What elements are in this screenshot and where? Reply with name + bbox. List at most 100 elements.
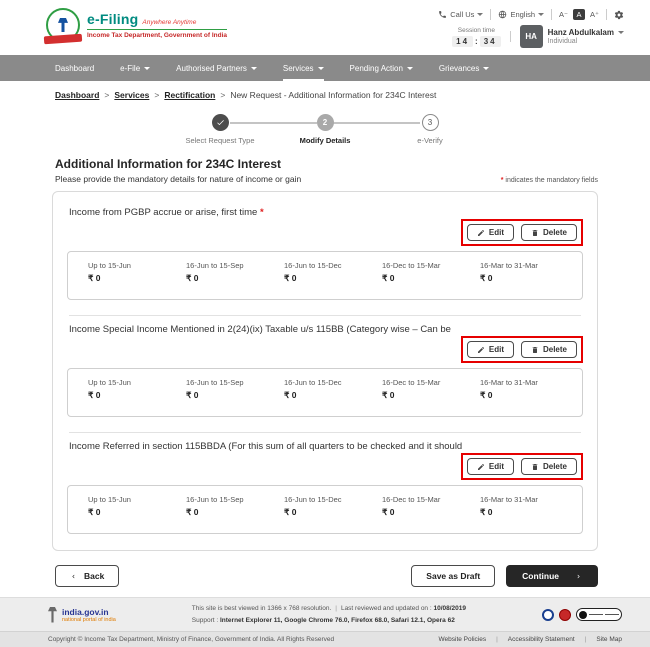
breadcrumb-current: New Request - Additional Information for…: [230, 90, 437, 100]
quarter-label: 16-Jun to 15-Sep: [186, 378, 244, 387]
pencil-icon: [477, 346, 484, 353]
website-policies-link[interactable]: Website Policies: [439, 636, 487, 643]
user-role: Individual: [547, 38, 578, 45]
quarterly-values-box: Up to 15-Jun ₹ 0 16-Jun to 15-Sep ₹ 0 16-J…: [67, 251, 583, 300]
font-size-normal-button[interactable]: A: [573, 9, 586, 20]
nav-dashboard[interactable]: Dashboard: [55, 55, 94, 81]
site-map-link[interactable]: Site Map: [596, 636, 622, 643]
nav-services[interactable]: Services: [282, 55, 324, 81]
pencil-icon: [477, 463, 484, 470]
quarter-label: Up to 15-Jun: [88, 495, 131, 504]
delete-button[interactable]: Delete: [520, 458, 577, 475]
back-button[interactable]: Back: [55, 565, 120, 587]
chevron-left-icon: [72, 574, 75, 578]
section-divider: [69, 315, 581, 316]
chevron-down-icon: [317, 66, 324, 70]
quarter-label: 16-Jun to 15-Sep: [186, 495, 244, 504]
step-modify-details: 2 Modify Details: [280, 114, 370, 145]
quarter-label: 16-Dec to 15-Mar: [382, 495, 441, 504]
user-menu[interactable]: HA Hanz Abdulkalam Individual: [519, 25, 624, 48]
quarter-value: ₹ 0: [480, 507, 493, 517]
app-header: e-Filing Anywhere Anytime Income Tax Dep…: [0, 0, 650, 55]
call-us-label: Call Us: [450, 10, 475, 19]
income-section-115bbda: Income Referred in section 115BBDA (For …: [67, 441, 583, 534]
breadcrumb-rectification[interactable]: Rectification: [164, 90, 215, 100]
font-size-increase-button[interactable]: A⁺: [590, 10, 599, 19]
nav-grievances[interactable]: Grievances: [439, 55, 490, 81]
section-title: Income from PGBP accrue or arise, first …: [69, 207, 264, 218]
phone-icon: [439, 11, 447, 18]
quarter-value: ₹ 0: [186, 273, 199, 283]
quarter-label: 16-Jun to 15-Sep: [186, 261, 244, 270]
call-us-menu[interactable]: Call Us: [438, 10, 484, 19]
quarter-label: Up to 15-Jun: [88, 261, 131, 270]
globe-icon: [499, 10, 507, 19]
quarter-value: ₹ 0: [186, 507, 199, 517]
delete-button[interactable]: Delete: [520, 341, 577, 358]
quarter-value: ₹ 0: [186, 390, 199, 400]
quarterly-values-box: Up to 15-Jun ₹ 0 16-Jun to 15-Sep ₹ 0 16-J…: [67, 485, 583, 534]
quarter-value: ₹ 0: [88, 507, 101, 517]
save-as-draft-button[interactable]: Save as Draft: [411, 565, 496, 587]
quarter-value: ₹ 0: [284, 273, 297, 283]
pencil-icon: [477, 229, 484, 236]
divider: [551, 9, 553, 20]
page-title: Additional Information for 234C Interest: [55, 157, 282, 171]
quarter-value: ₹ 0: [88, 273, 101, 283]
trash-icon: [532, 463, 538, 470]
quarter-value: ₹ 0: [88, 390, 101, 400]
step-select-request-type: Select Request Type: [175, 114, 265, 145]
breadcrumb-services[interactable]: Services: [114, 90, 149, 100]
session-timer: Session time 14 : 34: [452, 27, 501, 47]
india-gov-in-link[interactable]: india.gov.in national portal of india: [48, 606, 116, 623]
step-done-check-icon: [211, 114, 229, 131]
accessibility-statement-link[interactable]: Accessibility Statement: [508, 636, 575, 643]
edit-button[interactable]: Edit: [466, 341, 514, 358]
accessibility-settings-icon[interactable]: [614, 10, 624, 20]
language-menu[interactable]: English: [498, 10, 545, 19]
efiling-logo[interactable]: e-Filing Anywhere Anytime Income Tax Dep…: [43, 8, 228, 45]
quarter-label: 16-Dec to 15-Mar: [382, 261, 441, 270]
quarter-label: 16-Dec to 15-Mar: [382, 378, 441, 387]
trash-icon: [532, 229, 538, 236]
trash-icon: [532, 346, 538, 353]
divider: [509, 31, 511, 42]
chevron-down-icon: [250, 66, 257, 70]
breadcrumb: Dashboard > Services > Rectification > N…: [55, 90, 437, 100]
certification-badge-icon: [541, 608, 554, 621]
font-size-decrease-button[interactable]: A⁻: [559, 10, 568, 19]
session-colon: :: [475, 36, 478, 46]
quarter-label: 16-Mar to 31-Mar: [480, 378, 538, 387]
nav-pending-action[interactable]: Pending Action: [350, 55, 413, 81]
quarter-value: ₹ 0: [480, 390, 493, 400]
page-subtitle: Please provide the mandatory details for…: [55, 174, 302, 184]
chevron-down-icon: [477, 13, 484, 16]
session-minutes: 14: [452, 35, 474, 47]
chevron-down-icon: [618, 31, 624, 34]
chevron-down-icon: [483, 66, 490, 70]
national-emblem-icon: [48, 606, 57, 623]
annotation-highlight-box: Edit Delete: [460, 453, 583, 480]
chevron-down-icon: [538, 13, 545, 16]
nav-e-file[interactable]: e-File: [120, 55, 151, 81]
quarter-label: Up to 15-Jun: [88, 378, 131, 387]
portal-subtitle: national portal of india: [62, 616, 116, 623]
copyright-text: Copyright © Income Tax Department, Minis…: [48, 636, 335, 643]
user-name: Hanz Abdulkalam: [547, 28, 614, 37]
income-section-pgbp: Income from PGBP accrue or arise, first …: [67, 207, 583, 300]
delete-button[interactable]: Delete: [520, 224, 577, 241]
quarter-label: 16-Jun to 15-Dec: [284, 378, 342, 387]
income-details-card: Income from PGBP accrue or arise, first …: [52, 191, 598, 551]
edit-button[interactable]: Edit: [466, 458, 514, 475]
portal-name: india.gov.in: [62, 606, 109, 617]
breadcrumb-dashboard[interactable]: Dashboard: [55, 90, 99, 100]
edit-button[interactable]: Edit: [466, 224, 514, 241]
quarter-value: ₹ 0: [382, 507, 395, 517]
footer-info: This site is best viewed in 1366 x 768 r…: [191, 605, 467, 624]
quarter-value: ₹ 0: [480, 273, 493, 283]
quarter-label: 16-Jun to 15-Dec: [284, 495, 342, 504]
continue-button[interactable]: Continue: [506, 565, 598, 587]
nav-authorised-partners[interactable]: Authorised Partners: [176, 55, 257, 81]
divider: [490, 9, 492, 20]
quarter-label: 16-Jun to 15-Dec: [284, 261, 342, 270]
